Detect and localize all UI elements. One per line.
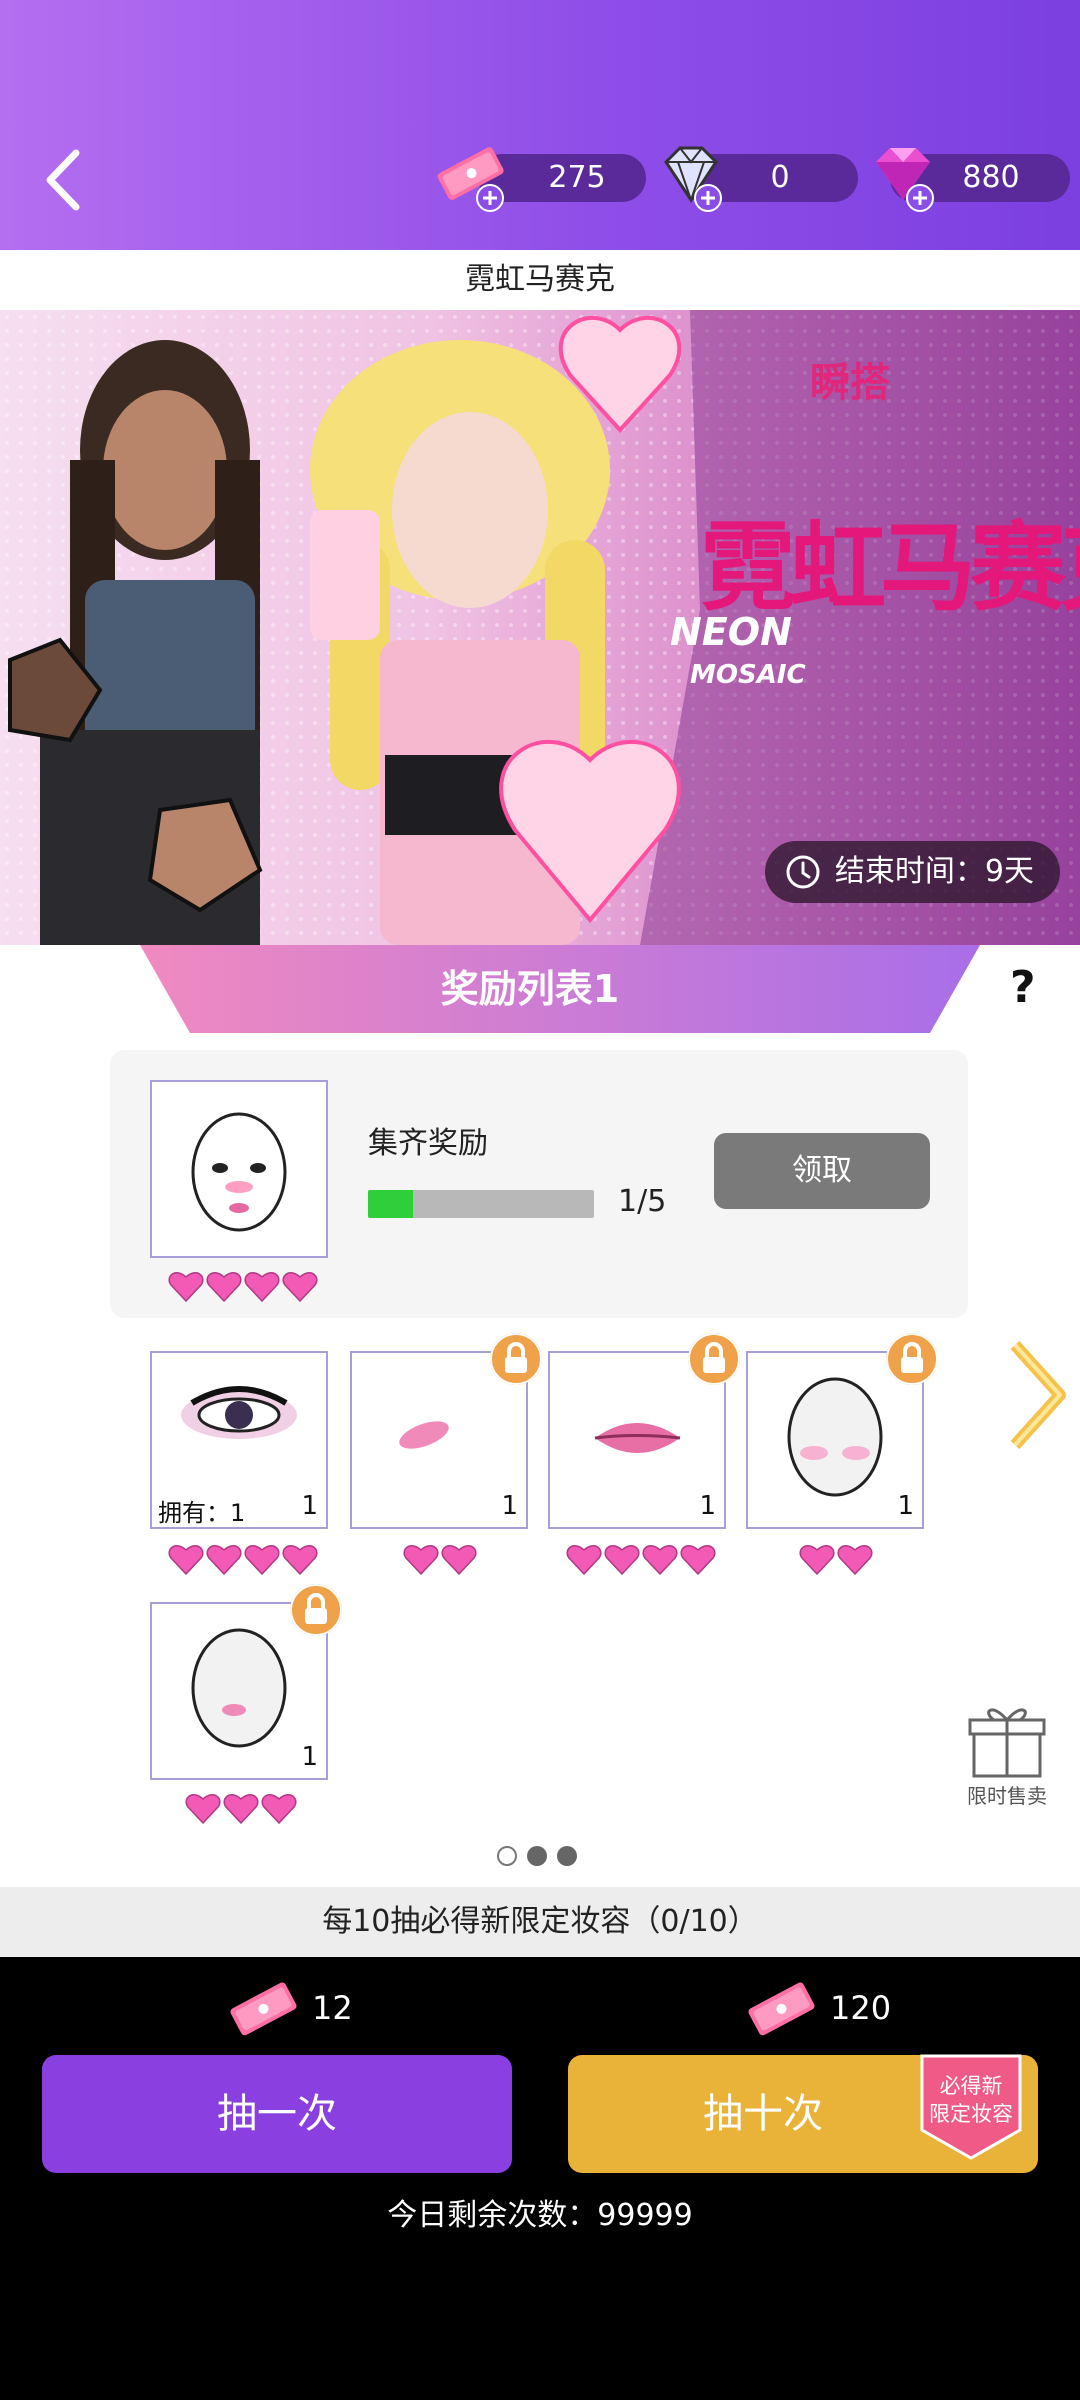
gem-balance-value: 880 (962, 160, 1020, 195)
heart-icon (168, 1545, 204, 1575)
heart-icon (403, 1545, 439, 1575)
item-count: 1 (301, 1742, 318, 1772)
heart-icon (185, 1794, 221, 1824)
banner-logo-en-2: MOSAIC (690, 660, 806, 690)
guarantee-text: 每10抽必得新限定妆容（0/10） (0, 1887, 1080, 1957)
heart-icon (799, 1545, 835, 1575)
reward-list-tab[interactable]: 奖励列表1 (140, 945, 920, 1033)
collect-progress-fill (368, 1190, 414, 1218)
guarantee-badge: 必得新 限定妆容 (918, 2052, 1024, 2162)
pagination-dots (497, 1846, 577, 1866)
heart-icon (566, 1545, 602, 1575)
heart-icon (282, 1545, 318, 1575)
collect-rarity-hearts (168, 1270, 318, 1302)
ticket-icon (230, 1982, 297, 2036)
heart-icon (244, 1545, 280, 1575)
single-draw-cost-value: 12 (312, 1989, 353, 2027)
collect-reward-item[interactable] (150, 1080, 328, 1258)
badge-line-2: 限定妆容 (929, 2102, 1013, 2126)
gift-icon (968, 1708, 1046, 1778)
diamond-balance-value: 0 (770, 160, 790, 195)
rarity-hearts (403, 1543, 477, 1575)
next-page-arrow-icon[interactable] (1000, 1335, 1070, 1455)
diamond-plus-icon[interactable] (652, 140, 728, 214)
rarity-hearts (168, 1543, 318, 1575)
ticket-plus-icon[interactable] (434, 140, 510, 214)
rarity-hearts (566, 1543, 716, 1575)
event-banner: 瞬搭 霓虹马赛克 NEON MOSAIC 结束时间：9天 (0, 310, 1080, 945)
collect-progress-text: 1/5 (618, 1184, 667, 1219)
heart-icon (244, 1272, 280, 1302)
banner-logo: 瞬搭 霓虹马赛克 NEON MOSAIC (660, 350, 1080, 820)
single-draw-cost: 12 (228, 1980, 353, 2036)
page-dot[interactable] (557, 1846, 577, 1866)
draw-once-button[interactable]: 抽一次 (42, 2055, 512, 2173)
gem-plus-icon[interactable] (864, 140, 940, 214)
owned-label: 拥有：1 (158, 1499, 246, 1527)
end-time-text: 结束时间：9天 (834, 854, 1034, 889)
heart-icon (206, 1272, 242, 1302)
end-time-badge: 结束时间：9天 (764, 841, 1060, 903)
heart-icon (282, 1272, 318, 1302)
limited-sale-button[interactable]: 限时售卖 (962, 1700, 1052, 1810)
help-button[interactable]: ? (1010, 962, 1036, 1013)
heart-icon (680, 1545, 716, 1575)
heart-icon (837, 1545, 873, 1575)
clock-icon (786, 855, 820, 889)
item-count: 1 (301, 1491, 318, 1521)
ticket-balance-value: 275 (548, 160, 606, 195)
page-dot[interactable] (497, 1846, 517, 1866)
ten-draw-cost: 120 (746, 1980, 891, 2036)
heart-icon (223, 1794, 259, 1824)
heart-icon (206, 1545, 242, 1575)
ticket-icon (748, 1982, 815, 2036)
rarity-hearts (185, 1792, 297, 1824)
eye-makeup-icon (181, 1386, 297, 1439)
heart-icon (168, 1272, 204, 1302)
banner-brand: 瞬搭 (810, 360, 890, 406)
claim-button[interactable]: 领取 (714, 1133, 930, 1209)
lock-icon (886, 1333, 938, 1385)
top-header: 275 0 880 (0, 0, 1080, 250)
lock-icon (490, 1333, 542, 1385)
event-title: 霓虹马赛克 (0, 250, 1080, 310)
banner-logo-en-1: NEON (670, 610, 792, 654)
badge-line-1: 必得新 (939, 2074, 1003, 2098)
face-makeup-icon (191, 1112, 287, 1232)
page-dot[interactable] (527, 1846, 547, 1866)
item-count: 1 (897, 1491, 914, 1521)
item-count: 1 (501, 1491, 518, 1521)
limited-sale-label: 限时售卖 (967, 1784, 1047, 1808)
back-arrow-icon[interactable] (40, 145, 90, 215)
collect-progress-bar (368, 1190, 594, 1218)
banner-logo-cn: 霓虹马赛克 (700, 512, 1080, 624)
rarity-hearts (799, 1543, 873, 1575)
lock-icon (290, 1584, 342, 1636)
draw-area (0, 1957, 1080, 2400)
item-count: 1 (699, 1491, 716, 1521)
heart-icon (604, 1545, 640, 1575)
remaining-draws-text: 今日剩余次数：99999 (387, 2198, 693, 2233)
collect-label: 集齐奖励 (368, 1126, 488, 1161)
heart-icon (642, 1545, 678, 1575)
lock-icon (688, 1333, 740, 1385)
reward-item-eye-makeup[interactable]: 拥有：1 1 (150, 1351, 328, 1529)
heart-icon (441, 1545, 477, 1575)
ten-draw-cost-value: 120 (830, 1989, 892, 2027)
heart-icon (261, 1794, 297, 1824)
